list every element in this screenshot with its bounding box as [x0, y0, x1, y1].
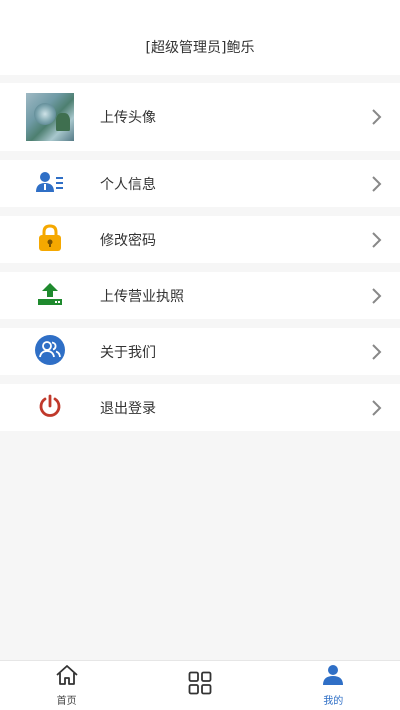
menu-item-logout[interactable]: 退出登录	[0, 384, 400, 431]
upload-icon	[37, 282, 63, 310]
page-title: [超级管理员]鲍乐	[145, 39, 255, 56]
menu-item-label: 上传营业执照	[100, 288, 184, 305]
menu-item-label: 退出登录	[100, 400, 156, 417]
bottom-tab-bar: 首页 我的	[0, 660, 400, 710]
menu-item-about-us[interactable]: 关于我们	[0, 328, 400, 375]
home-icon	[55, 664, 79, 690]
chevron-right-icon	[354, 108, 400, 126]
chevron-right-icon	[354, 175, 400, 193]
menu-item-label: 关于我们	[100, 344, 156, 361]
menu-item-label: 个人信息	[100, 176, 156, 193]
menu-item-label: 修改密码	[100, 232, 156, 249]
group-icon	[35, 334, 65, 369]
chevron-right-icon	[354, 287, 400, 305]
menu-item-change-password[interactable]: 修改密码	[0, 216, 400, 263]
tab-label: 我的	[323, 696, 344, 707]
grid-icon	[188, 671, 212, 699]
avatar	[26, 93, 74, 141]
chevron-right-icon	[354, 399, 400, 417]
menu-item-upload-license[interactable]: 上传营业执照	[0, 272, 400, 319]
settings-menu: 上传头像 个人信息 修改密码 上传营业执照 关于我们 退出登录	[0, 83, 400, 431]
chevron-right-icon	[354, 231, 400, 249]
menu-item-personal-info[interactable]: 个人信息	[0, 160, 400, 207]
lock-icon	[38, 223, 62, 256]
menu-item-label: 上传头像	[100, 110, 156, 126]
menu-item-upload-avatar[interactable]: 上传头像	[0, 83, 400, 151]
power-icon	[38, 394, 62, 422]
tab-mine[interactable]: 我的	[267, 661, 400, 710]
person-icon	[322, 664, 344, 690]
chevron-right-icon	[354, 343, 400, 361]
user-info-icon	[36, 170, 64, 198]
tab-home[interactable]: 首页	[0, 661, 133, 710]
tab-apps[interactable]	[133, 661, 266, 710]
page-header: [超级管理员]鲍乐	[0, 0, 400, 75]
tab-label: 首页	[56, 696, 77, 707]
